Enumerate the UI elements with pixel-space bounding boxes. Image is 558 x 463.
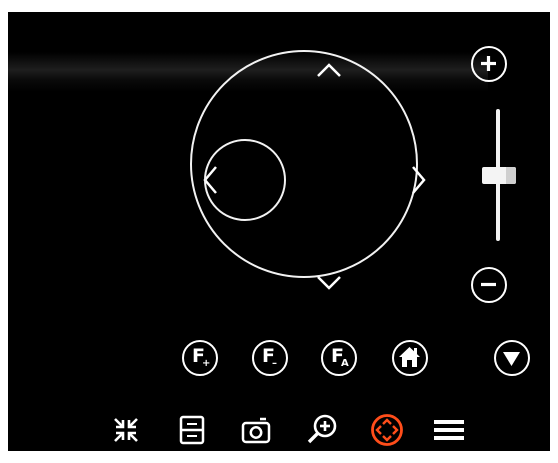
minus-icon (481, 282, 496, 287)
pan-down-button[interactable] (316, 275, 342, 291)
chevron-down-icon (317, 276, 341, 290)
camera-snapshot-icon[interactable] (241, 415, 271, 445)
focus-far-button[interactable]: F – (252, 340, 288, 376)
auto-focus-button[interactable]: F A (321, 340, 357, 376)
ptz-control-icon[interactable] (370, 413, 404, 447)
zoom-out-button[interactable] (471, 267, 507, 303)
collapse-icon[interactable] (112, 416, 140, 444)
chevron-up-icon (317, 63, 341, 77)
focus-near-button[interactable]: F + (182, 340, 218, 376)
layout-icon[interactable] (179, 415, 205, 445)
focus-near-sub: + (202, 358, 211, 369)
focus-far-sub: – (272, 358, 277, 369)
joystick-knob[interactable] (204, 139, 286, 221)
triangle-down-icon (503, 352, 520, 366)
zoom-in-icon[interactable] (306, 413, 338, 445)
pan-up-button[interactable] (316, 62, 342, 78)
plus-icon (481, 56, 496, 71)
preset-dropdown-button[interactable] (494, 340, 530, 376)
menu-icon[interactable] (433, 418, 465, 442)
auto-focus-sub: A (341, 358, 349, 369)
home-button[interactable] (392, 340, 428, 376)
zoom-in-button[interactable] (471, 46, 507, 82)
zoom-slider-thumb[interactable] (482, 167, 516, 184)
home-icon (399, 347, 420, 367)
pan-right-button[interactable] (411, 165, 427, 195)
slider-thumb-notch (506, 167, 516, 184)
camera-viewer: F + F – F A (8, 12, 550, 451)
chevron-right-icon (412, 166, 426, 194)
